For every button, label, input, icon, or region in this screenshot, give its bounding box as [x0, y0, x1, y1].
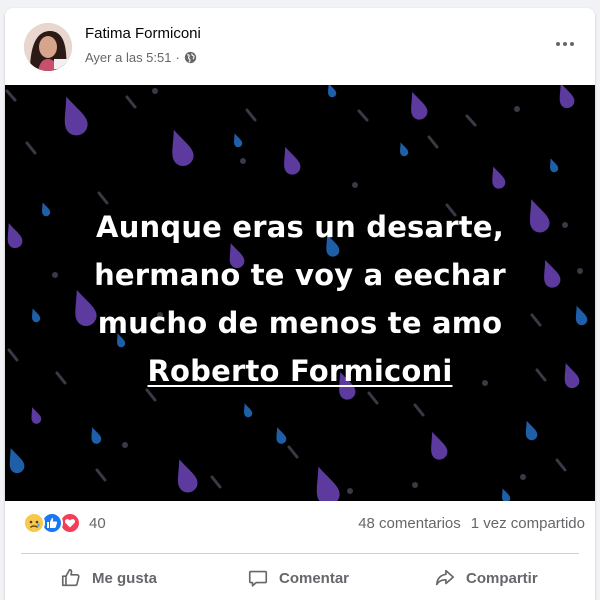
post-image-text: Aunque eras un desarte, hermano te voy a… [5, 203, 595, 395]
share-icon [435, 569, 455, 586]
sad-reaction-icon [23, 512, 45, 534]
post-actions: Me gusta Comentar Compartir [5, 558, 595, 598]
comment-icon [248, 570, 268, 587]
reaction-count: 40 [89, 514, 106, 532]
share-button[interactable]: Compartir [434, 562, 538, 594]
like-button[interactable]: Me gusta [60, 562, 157, 594]
post-card: Fatima Formiconi Ayer a las 5:51 · Aunqu… [5, 8, 595, 600]
thumbs-up-icon [61, 568, 80, 587]
post-meta: Ayer a las 5:51 · [85, 50, 197, 65]
like-label: Me gusta [92, 569, 158, 587]
comment-button[interactable]: Comentar [247, 562, 349, 594]
post-header: Fatima Formiconi Ayer a las 5:51 · [5, 8, 595, 85]
comment-label: Comentar [279, 569, 350, 587]
reactions-summary[interactable]: 40 [23, 511, 106, 535]
more-options-icon[interactable] [547, 30, 583, 58]
divider [21, 553, 579, 554]
post-text-line: Aunque eras un desarte, [96, 210, 504, 244]
post-stats: 40 48 comentarios 1 vez compartido [5, 501, 595, 547]
post-text-line: hermano te voy a eechar [94, 258, 506, 292]
shares-count-link[interactable]: 1 vez compartido [471, 515, 585, 532]
author-name[interactable]: Fatima Formiconi [85, 25, 201, 42]
share-label: Compartir [466, 569, 538, 587]
author-avatar[interactable] [24, 23, 72, 71]
avatar-image [24, 23, 72, 71]
post-image[interactable]: Aunque eras un desarte, hermano te voy a… [5, 85, 595, 501]
comments-count-link[interactable]: 48 comentarios [358, 515, 461, 532]
mention-link[interactable]: Roberto Formiconi [148, 354, 453, 388]
post-timestamp[interactable]: Ayer a las 5:51 [85, 50, 171, 65]
globe-icon[interactable] [184, 51, 197, 64]
post-text-line: mucho de menos te amo [97, 306, 503, 340]
